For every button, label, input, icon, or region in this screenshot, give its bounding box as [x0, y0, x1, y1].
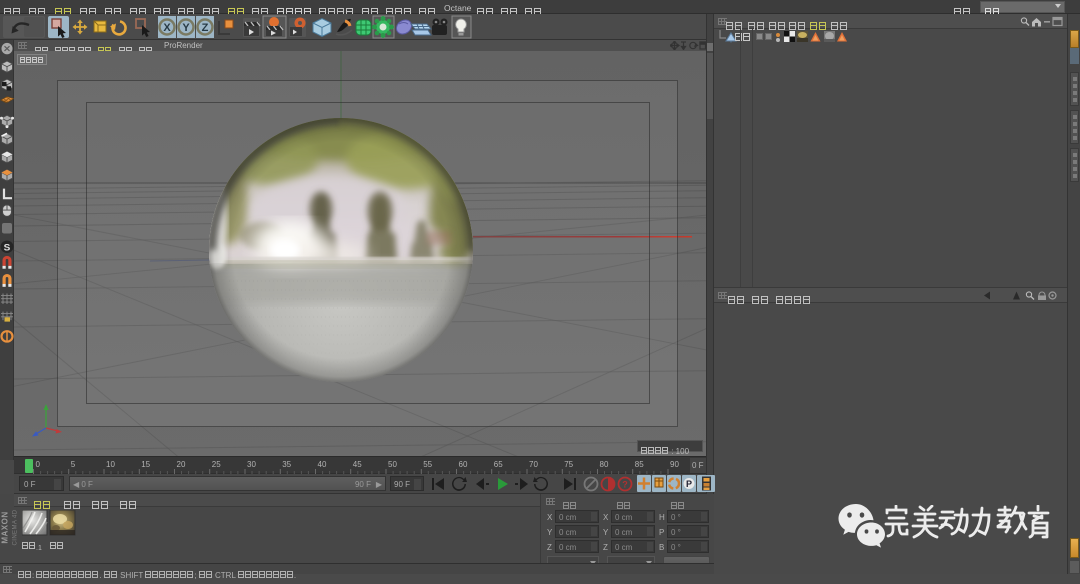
svg-text:10: 10 — [106, 460, 115, 469]
svg-text:65: 65 — [494, 460, 503, 469]
svg-text:45: 45 — [353, 460, 362, 469]
svg-text:P: P — [686, 479, 692, 489]
svg-text:5: 5 — [71, 460, 76, 469]
svg-text:Z: Z — [202, 22, 209, 34]
svg-text:90: 90 — [670, 460, 679, 469]
svg-text:?: ? — [622, 480, 628, 490]
svg-text:30: 30 — [247, 460, 256, 469]
svg-text:75: 75 — [564, 460, 573, 469]
svg-text:S: S — [4, 243, 11, 254]
svg-text:Y: Y — [182, 22, 190, 34]
svg-text:15: 15 — [141, 460, 150, 469]
svg-text:40: 40 — [318, 460, 327, 469]
svg-text:25: 25 — [212, 460, 221, 469]
svg-text:X: X — [163, 22, 171, 34]
svg-text:0: 0 — [36, 460, 41, 469]
svg-text:35: 35 — [282, 460, 291, 469]
svg-text:60: 60 — [459, 460, 468, 469]
svg-text:55: 55 — [423, 460, 432, 469]
svg-text:70: 70 — [529, 460, 538, 469]
svg-text:80: 80 — [600, 460, 609, 469]
svg-text:50: 50 — [388, 460, 397, 469]
svg-text:85: 85 — [635, 460, 644, 469]
svg-text:20: 20 — [177, 460, 186, 469]
